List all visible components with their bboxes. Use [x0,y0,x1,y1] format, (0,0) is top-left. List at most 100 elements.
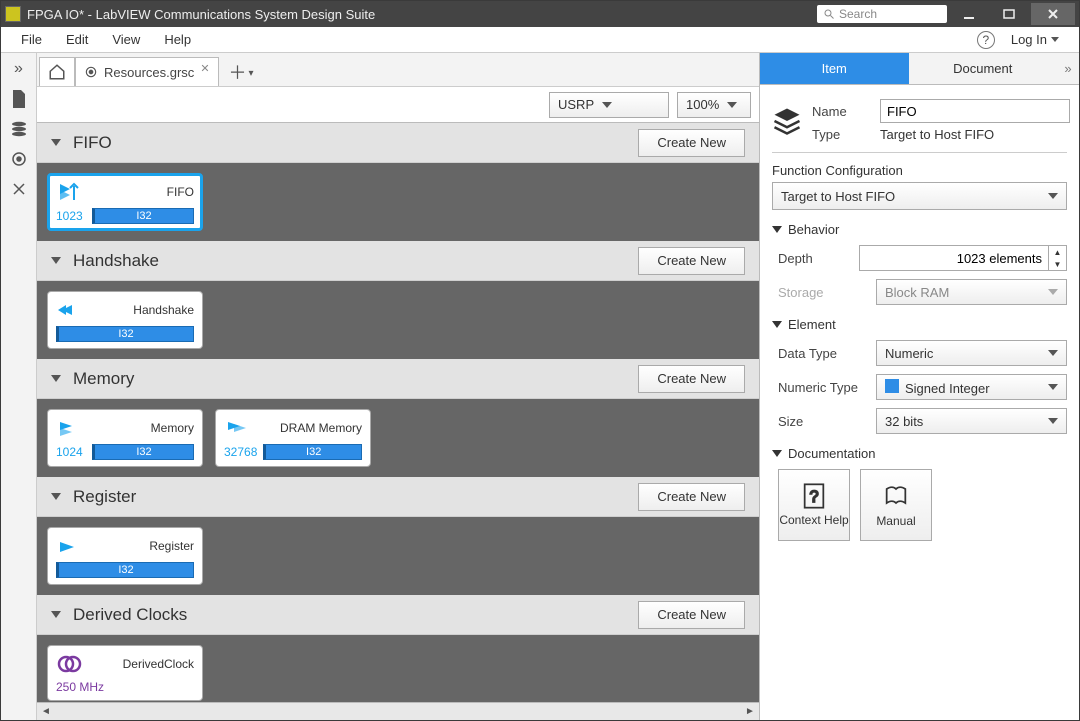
storage-dropdown[interactable]: Block RAM [876,279,1067,305]
chevron-down-icon [1048,289,1058,295]
manual-button[interactable]: Manual [860,469,932,541]
context-help-button[interactable]: ? Context Help [778,469,850,541]
tab-resources[interactable]: Resources.grsc ✕ [75,57,219,86]
zoom-value: 100% [686,97,719,112]
tab-document[interactable]: Document [909,53,1058,84]
minimize-button[interactable] [951,3,987,25]
section-header[interactable]: Derived Clocks Create New [37,595,759,635]
card-name: Memory [90,421,194,435]
section-header[interactable]: Memory Create New [37,359,759,399]
element-section-toggle[interactable]: Element [772,317,1067,332]
numeric-type-value: Signed Integer [905,381,990,396]
depth-spinner[interactable]: ▲▼ [1049,245,1067,271]
menu-edit[interactable]: Edit [54,29,100,50]
size-dropdown[interactable]: 32 bits [876,408,1067,434]
numeric-swatch-icon [885,379,899,393]
clock-icon [56,652,84,676]
file-icon[interactable] [9,89,29,109]
maximize-button[interactable] [991,3,1027,25]
resource-card[interactable]: DRAM Memory 32768I32 [215,409,371,467]
create-new-button[interactable]: Create New [638,483,745,511]
card-type-tag: I32 [56,562,194,578]
home-tab[interactable] [39,57,75,86]
element-label: Element [788,317,836,332]
horizontal-scrollbar[interactable]: ◄ ► [37,702,759,720]
menu-file[interactable]: File [9,29,54,50]
create-new-button[interactable]: Create New [638,129,745,157]
title-bar: FPGA IO* - LabVIEW Communications System… [1,1,1079,27]
search-input[interactable]: Search [817,5,947,23]
dram-icon [224,416,252,440]
left-icon-bar: » [1,53,37,720]
handshake-icon [56,298,84,322]
context-help-label: Context Help [779,514,848,527]
section-header[interactable]: Register Create New [37,477,759,517]
data-type-value: Numeric [885,346,933,361]
behavior-section-toggle[interactable]: Behavior [772,222,1067,237]
chevron-down-icon [51,611,61,618]
stack-icon[interactable] [9,119,29,139]
tools-icon[interactable] [9,179,29,199]
tab-row: Resources.grsc ✕ ＋▾ [37,53,759,87]
card-name: Register [90,539,194,553]
data-type-dropdown[interactable]: Numeric [876,340,1067,366]
data-type-label: Data Type [772,346,868,361]
menu-help[interactable]: Help [152,29,203,50]
create-new-button[interactable]: Create New [638,365,745,393]
function-config-dropdown[interactable]: Target to Host FIFO [772,182,1067,210]
window-title: FPGA IO* - LabVIEW Communications System… [27,7,375,22]
zoom-dropdown[interactable]: 100% [677,92,751,118]
resource-card[interactable]: DerivedClock 250 MHz [47,645,203,701]
resources-icon [84,65,98,79]
target-icon[interactable] [9,149,29,169]
card-type-tag: I32 [92,208,194,224]
section-header[interactable]: FIFO Create New [37,123,759,163]
chevron-down-icon [51,493,61,500]
card-name: DerivedClock [90,657,194,671]
editor-toolbar: USRP 100% [37,87,759,123]
menu-view[interactable]: View [100,29,152,50]
depth-input[interactable] [859,245,1049,271]
register-icon [56,534,84,558]
storage-value: Block RAM [885,285,949,300]
chevron-down-icon [727,102,737,108]
card-name: DRAM Memory [258,421,362,435]
numeric-type-dropdown[interactable]: Signed Integer [876,374,1067,400]
resource-card[interactable]: Register I32 [47,527,203,585]
create-new-button[interactable]: Create New [638,601,745,629]
tab-close-icon[interactable]: ✕ [200,62,209,75]
section-title: Register [73,487,136,507]
chevron-down-icon [602,102,612,108]
card-count: 250 MHz [56,680,104,694]
depth-label: Depth [772,251,851,266]
resource-card[interactable]: Handshake I32 [47,291,203,349]
target-dropdown[interactable]: USRP [549,92,669,118]
chevron-down-icon [51,139,61,146]
create-new-button[interactable]: Create New [638,247,745,275]
documentation-label: Documentation [788,446,875,461]
scroll-right-icon[interactable]: ► [741,703,759,720]
new-tab-button[interactable]: ＋▾ [219,57,264,86]
chevron-down-icon [1048,384,1058,390]
close-button[interactable] [1031,3,1075,25]
section-header[interactable]: Handshake Create New [37,241,759,281]
documentation-section-toggle[interactable]: Documentation [772,446,1067,461]
card-count: 1023 [56,209,86,223]
behavior-label: Behavior [788,222,839,237]
menu-bar: File Edit View Help ? Log In [1,27,1079,53]
chevron-down-icon [772,226,782,233]
app-icon [5,6,21,22]
tab-item[interactable]: Item [760,53,909,84]
name-input[interactable] [880,99,1070,123]
home-icon [48,63,66,81]
login-button[interactable]: Log In [999,29,1071,50]
scroll-left-icon[interactable]: ◄ [37,703,55,720]
resource-card[interactable]: FIFO 1023I32 [47,173,203,231]
login-label: Log In [1011,32,1047,47]
help-icon[interactable]: ? [977,31,995,49]
expand-icon[interactable]: » [9,59,29,79]
panel-expand-icon[interactable]: » [1057,53,1079,84]
card-count: 1024 [56,445,86,459]
resource-card[interactable]: Memory 1024I32 [47,409,203,467]
type-value: Target to Host FIFO [880,127,994,142]
